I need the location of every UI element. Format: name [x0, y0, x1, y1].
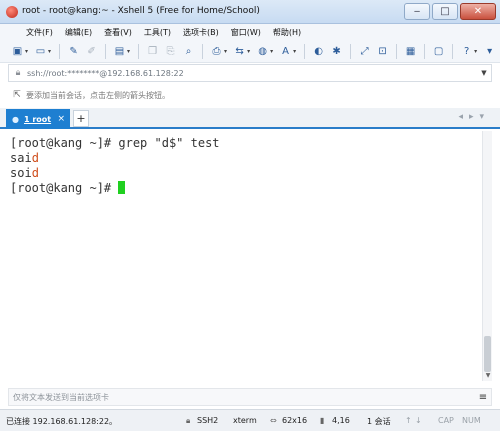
terminal-line: said: [10, 151, 478, 166]
chevron-down-icon[interactable]: ▾: [247, 48, 250, 55]
lock-screen-icon[interactable]: ⊡: [375, 44, 390, 59]
lock-icon: 🔒︎: [186, 416, 191, 425]
chevron-down-icon[interactable]: ▾: [25, 48, 28, 55]
terminal-cursor: [118, 181, 126, 194]
new-session-icon[interactable]: ▣: [10, 44, 25, 59]
chevron-down-icon[interactable]: ▾: [474, 48, 477, 55]
tab-bar: ● 1 root × + ◂▸▾: [0, 108, 500, 129]
menu-view[interactable]: 查看(V): [98, 24, 138, 41]
session-hint-bar: ⇱ 要添加当前会话，点击左侧的箭头按钮。: [8, 86, 492, 104]
connect-icon[interactable]: ✎: [66, 44, 81, 59]
status-bar: 已连接 192.168.61.128:22。 🔒︎ SSH2 xterm ⇔ 6…: [0, 409, 500, 431]
chat-icon[interactable]: ▢: [431, 44, 446, 59]
terminal-prompt: [root@kang ~]#: [10, 181, 119, 195]
num-lock-status: NUM: [462, 416, 481, 425]
tab-root[interactable]: ● 1 root ×: [6, 109, 70, 129]
menu-bar: 文件(F) 编辑(E) 查看(V) 工具(T) 选项卡(B) 窗口(W) 帮助(…: [0, 24, 500, 41]
toolbar-divider: [202, 44, 204, 59]
disconnect-icon[interactable]: ✐: [84, 44, 99, 59]
compose-input[interactable]: 仅将文本发送到当前选项卡: [13, 392, 109, 403]
xshell-app-icon[interactable]: [6, 6, 18, 18]
xftp-icon[interactable]: ◐: [311, 44, 326, 59]
cursor-position-icon: ▮: [320, 416, 325, 425]
chevron-down-icon[interactable]: ▾: [48, 48, 51, 55]
options-icon[interactable]: ▾: [482, 44, 497, 59]
toolbar-divider: [304, 44, 306, 59]
open-folder-icon[interactable]: ▭: [33, 44, 48, 59]
transfer-icon[interactable]: ⇆: [232, 44, 247, 59]
cursor-position-status: 4,16: [332, 416, 350, 425]
properties-icon[interactable]: ▤: [112, 44, 127, 59]
transfer-up-icon: ↑: [405, 416, 412, 425]
size-icon: ⇔: [270, 416, 277, 425]
scripts-icon[interactable]: ✱: [329, 44, 344, 59]
lock-icon: 🔒︎: [15, 68, 21, 78]
help-icon[interactable]: ?: [459, 44, 474, 59]
copy-icon[interactable]: ❐: [145, 44, 160, 59]
address-field[interactable]: ssh://root:********@192.168.61.128:22: [27, 69, 184, 78]
compose-bar[interactable]: 仅将文本发送到当前选项卡 ≡: [8, 388, 492, 406]
terminal-prompt-line: [root@kang ~]#: [10, 181, 478, 196]
sessions-status: 1 会话: [367, 417, 391, 426]
fullscreen-icon[interactable]: ⤢: [357, 44, 372, 59]
address-bar[interactable]: 🔒︎ ssh://root:********@192.168.61.128:22…: [8, 64, 492, 82]
close-button[interactable]: ✕: [460, 3, 496, 20]
toolbar: ▣ ▾ ▭ ▾ ✎ ✐ ▤ ▾ ❐ ⎘ ⌕ ⎙ ▾ ⇆ ▾ ◍ ▾ A ▾ ◐ ✱ ⤢ ⊡ ▦…: [0, 41, 500, 63]
toolbar-divider: [424, 44, 426, 59]
toolbar-divider: [105, 44, 107, 59]
font-icon[interactable]: A: [278, 44, 293, 59]
globe-icon[interactable]: ◍: [255, 44, 270, 59]
menu-help[interactable]: 帮助(H): [267, 24, 307, 41]
scrollbar-thumb[interactable]: [484, 336, 491, 372]
chevron-down-icon[interactable]: ▾: [270, 48, 273, 55]
tab-scroll-arrows[interactable]: ◂▸▾: [458, 112, 490, 122]
terminal-text: soi: [10, 166, 32, 180]
session-hint-text: 要添加当前会话，点击左侧的箭头按钮。: [26, 90, 170, 100]
keyboard-icon[interactable]: ▦: [403, 44, 418, 59]
hamburger-menu-icon[interactable]: ≡: [475, 392, 491, 403]
add-session-arrow-icon[interactable]: ⇱: [8, 90, 26, 100]
paste-icon[interactable]: ⎘: [163, 44, 178, 59]
scroll-down-arrow-icon[interactable]: ▼: [484, 372, 492, 379]
minimize-button[interactable]: ‒: [404, 3, 430, 20]
window-title: root - root@kang:~ - Xshell 5 (Free for …: [22, 6, 260, 16]
terminal-type-status: xterm: [233, 416, 257, 425]
tab-label: 1 root: [23, 114, 52, 124]
window-controls: ‒ □ ✕: [404, 3, 496, 20]
caps-lock-status: CAP: [438, 416, 454, 425]
menu-edit[interactable]: 编辑(E): [59, 24, 98, 41]
menu-window[interactable]: 窗口(W): [225, 24, 267, 41]
print-icon[interactable]: ⎙: [209, 44, 224, 59]
protocol-status: SSH2: [197, 416, 219, 425]
toolbar-divider: [59, 44, 61, 59]
add-tab-button[interactable]: +: [73, 110, 89, 127]
grep-match: d: [31, 151, 39, 165]
toolbar-divider: [396, 44, 398, 59]
find-icon[interactable]: ⌕: [181, 44, 196, 59]
chevron-down-icon[interactable]: ▼: [477, 69, 491, 77]
terminal-text: [root@kang ~]# grep "d$" test: [10, 136, 220, 150]
terminal-text: sai: [10, 151, 32, 165]
menu-tabs[interactable]: 选项卡(B): [177, 24, 225, 41]
chevron-down-icon[interactable]: ▾: [293, 48, 296, 55]
maximize-button[interactable]: □: [432, 3, 458, 20]
menu-file[interactable]: 文件(F): [20, 24, 59, 41]
toolbar-divider: [452, 44, 454, 59]
terminal-size-status: 62x16: [282, 416, 308, 425]
terminal-line: [root@kang ~]# grep "d$" test: [10, 136, 478, 151]
terminal-area[interactable]: [root@kang ~]# grep "d$" test said soid …: [8, 131, 480, 381]
menu-tools[interactable]: 工具(T): [138, 24, 177, 41]
terminal-scrollbar[interactable]: ▼: [482, 131, 492, 381]
transfer-down-icon: ↓: [415, 416, 422, 425]
title-bar: root - root@kang:~ - Xshell 5 (Free for …: [0, 0, 500, 24]
terminal-line: soid: [10, 166, 478, 181]
toolbar-divider: [138, 44, 140, 59]
chevron-down-icon[interactable]: ▾: [224, 48, 227, 55]
lock-icon: ●: [12, 114, 19, 124]
close-icon[interactable]: ×: [57, 114, 65, 124]
grep-match: d: [31, 166, 39, 180]
connection-status: 已连接 192.168.61.128:22。: [6, 417, 118, 426]
toolbar-divider: [350, 44, 352, 59]
chevron-down-icon[interactable]: ▾: [127, 48, 130, 55]
